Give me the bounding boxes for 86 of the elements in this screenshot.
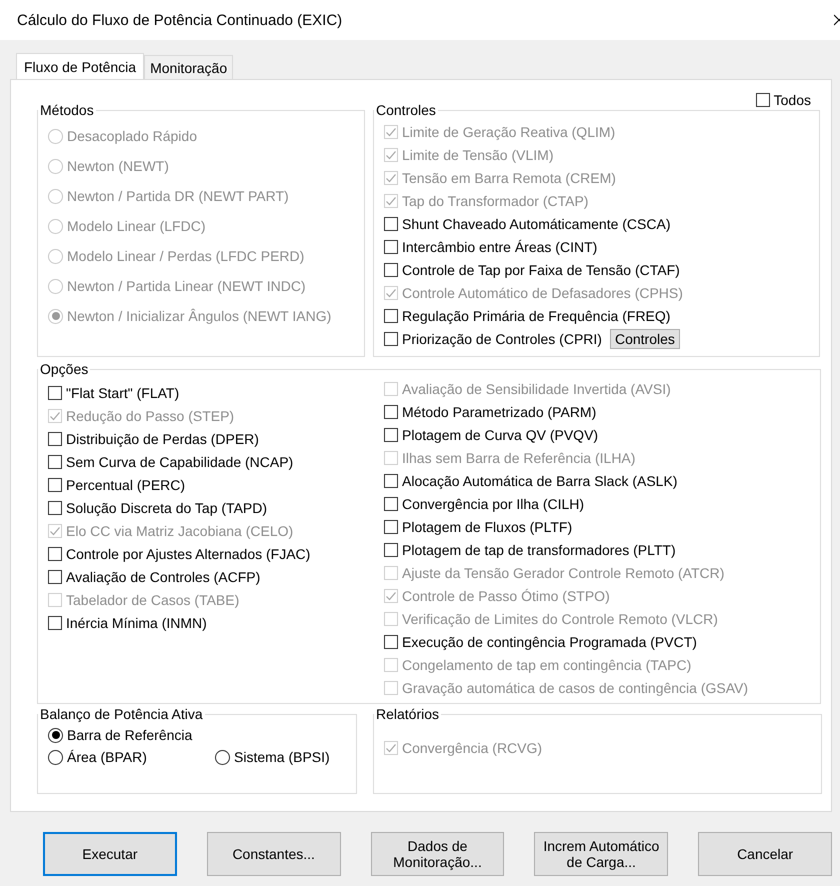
group-title: Relatórios — [375, 706, 440, 722]
controls-button[interactable]: Controles — [610, 328, 680, 348]
radio-label: Barra de Referência — [67, 727, 192, 743]
radio-label: Sistema (BPSI) — [234, 749, 330, 765]
checkbox[interactable] — [384, 216, 398, 230]
checkbox-label: Limite de Geração Reativa (QLIM) — [402, 124, 616, 140]
checkbox-label: Execução de contingência Programada (PVCT) — [402, 634, 697, 650]
checkbox-label: Controle de Tap por Faixa de Tensão (CTAF) — [402, 262, 680, 278]
group-title: Métodos — [39, 102, 95, 118]
checkbox[interactable] — [384, 520, 398, 534]
checkbox-label: Sem Curva de Capabilidade (NCAP) — [66, 454, 294, 470]
group-title: Controles — [375, 102, 437, 118]
checkbox-label: Tensão em Barra Remota (CREM) — [402, 170, 616, 186]
checkbox[interactable] — [48, 454, 62, 468]
checkbox-label: Avaliação de Controles (ACFP) — [66, 568, 260, 584]
checkbox[interactable] — [384, 634, 398, 648]
radio-label: Newton (NEWT) — [67, 158, 169, 174]
dialog-button[interactable]: Dados de Monitoração... — [370, 832, 504, 876]
radio-label: Desacoplado Rápido — [67, 128, 197, 144]
checkbox-label: Distribuição de Perdas (DPER) — [66, 430, 259, 446]
checkbox-label: Elo CC via Matriz Jacobiana (CELO) — [66, 522, 294, 538]
checkbox[interactable] — [384, 496, 398, 510]
checkbox[interactable] — [48, 570, 62, 584]
checkbox-label: Intercâmbio entre Áreas (CINT) — [402, 238, 598, 254]
checkbox-label: Controle de Passo Ótimo (STPO) — [402, 588, 610, 604]
radio-button[interactable] — [215, 750, 230, 764]
checkbox-label: Controle por Ajustes Alternados (FJAC) — [66, 546, 310, 562]
radio-label: Newton / Partida Linear (NEWT INDC) — [67, 278, 306, 294]
checkbox-label: Plotagem de tap de transformadores (PLTT) — [402, 542, 676, 558]
checkbox[interactable] — [384, 428, 398, 442]
checkbox-label: Inércia Mínima (INMN) — [66, 614, 207, 630]
checkbox-label: Alocação Automática de Barra Slack (ASLK) — [402, 472, 678, 488]
checkbox[interactable] — [384, 240, 398, 254]
checkbox[interactable] — [384, 542, 398, 556]
radio-label: Newton / Partida DR (NEWT PART) — [67, 188, 289, 204]
radio-label: Modelo Linear (LFDC) — [67, 218, 206, 234]
checkbox-label: Congelamento de tap em contingência (TAPC) — [402, 656, 692, 672]
radio-button[interactable] — [48, 728, 63, 742]
checkbox-label: Verificação de Limites do Controle Remoto (VLCR) — [402, 610, 718, 626]
checkbox-label: Todos — [774, 92, 811, 108]
checkbox[interactable] — [48, 616, 62, 630]
checkbox-label: Convergência (RCVG) — [402, 740, 542, 756]
checkbox[interactable] — [48, 546, 62, 560]
dialog-button[interactable]: Executar — [43, 832, 177, 876]
window-title: Cálculo do Fluxo de Potência Continuado (EXIC) — [17, 12, 342, 28]
checkbox[interactable] — [48, 478, 62, 492]
checkbox-label: Método Parametrizado (PARM) — [402, 404, 596, 420]
checkbox[interactable] — [384, 404, 398, 418]
checkbox-label: Plotagem de Fluxos (PLTF) — [402, 518, 572, 534]
checkbox[interactable] — [384, 474, 398, 488]
checkbox-label: Redução do Passo (STEP) — [66, 408, 234, 424]
checkbox-label: "Flat Start" (FLAT) — [66, 384, 180, 400]
checkbox[interactable] — [48, 386, 62, 400]
checkbox-label: Gravação automática de casos de contingência (GSAV) — [402, 680, 748, 696]
checkbox[interactable] — [384, 332, 398, 346]
checkbox[interactable] — [756, 92, 770, 106]
dialog-button[interactable]: Increm Automático de Carga... — [534, 832, 668, 876]
checkbox-label: Avaliação de Sensibilidade Invertida (AVSI) — [402, 380, 671, 396]
dialog-button[interactable]: Cancelar — [698, 832, 832, 876]
checkbox-label: Tabelador de Casos (TABE) — [66, 592, 240, 608]
checkbox-label: Ajuste da Tensão Gerador Controle Remoto (ATCR) — [402, 564, 724, 580]
radio-label: Modelo Linear / Perdas (LFDC PERD) — [67, 248, 304, 264]
checkbox[interactable] — [48, 500, 62, 514]
checkbox-label: Solução Discreta do Tap (TAPD) — [66, 500, 268, 516]
checkbox-label: Regulação Primária de Frequência (FREQ) — [402, 308, 670, 324]
group-title: Balanço de Potência Ativa — [39, 706, 204, 722]
radio-button[interactable] — [48, 750, 63, 764]
checkbox[interactable] — [48, 432, 62, 446]
close-icon[interactable] — [834, 14, 840, 26]
group-title: Opções — [39, 361, 90, 377]
dialog-button[interactable]: Constantes... — [206, 832, 341, 876]
radio-label: Área (BPAR) — [67, 749, 147, 765]
checkbox[interactable] — [384, 262, 398, 276]
checkbox[interactable] — [384, 308, 398, 322]
tab[interactable]: Monitoração — [144, 55, 234, 79]
radio-label: Newton / Inicializar Ângulos (NEWT IANG) — [67, 308, 332, 324]
checkbox-label: Priorização de Controles (CPRI) — [402, 330, 602, 346]
checkbox-label: Plotagem de Curva QV (PVQV) — [402, 426, 598, 442]
checkbox-label: Convergência por Ilha (CILH) — [402, 496, 584, 512]
tab[interactable]: Fluxo de Potência — [16, 53, 144, 80]
checkbox-label: Controle Automático de Defasadores (CPHS) — [402, 284, 683, 300]
checkbox-label: Percentual (PERC) — [66, 476, 186, 492]
checkbox-label: Ilhas sem Barra de Referência (ILHA) — [402, 450, 636, 466]
checkbox-label: Tap do Transformador (CTAP) — [402, 192, 588, 208]
checkbox-label: Shunt Chaveado Automáticamente (CSCA) — [402, 216, 670, 232]
checkbox-label: Limite de Tensão (VLIM) — [402, 146, 554, 162]
